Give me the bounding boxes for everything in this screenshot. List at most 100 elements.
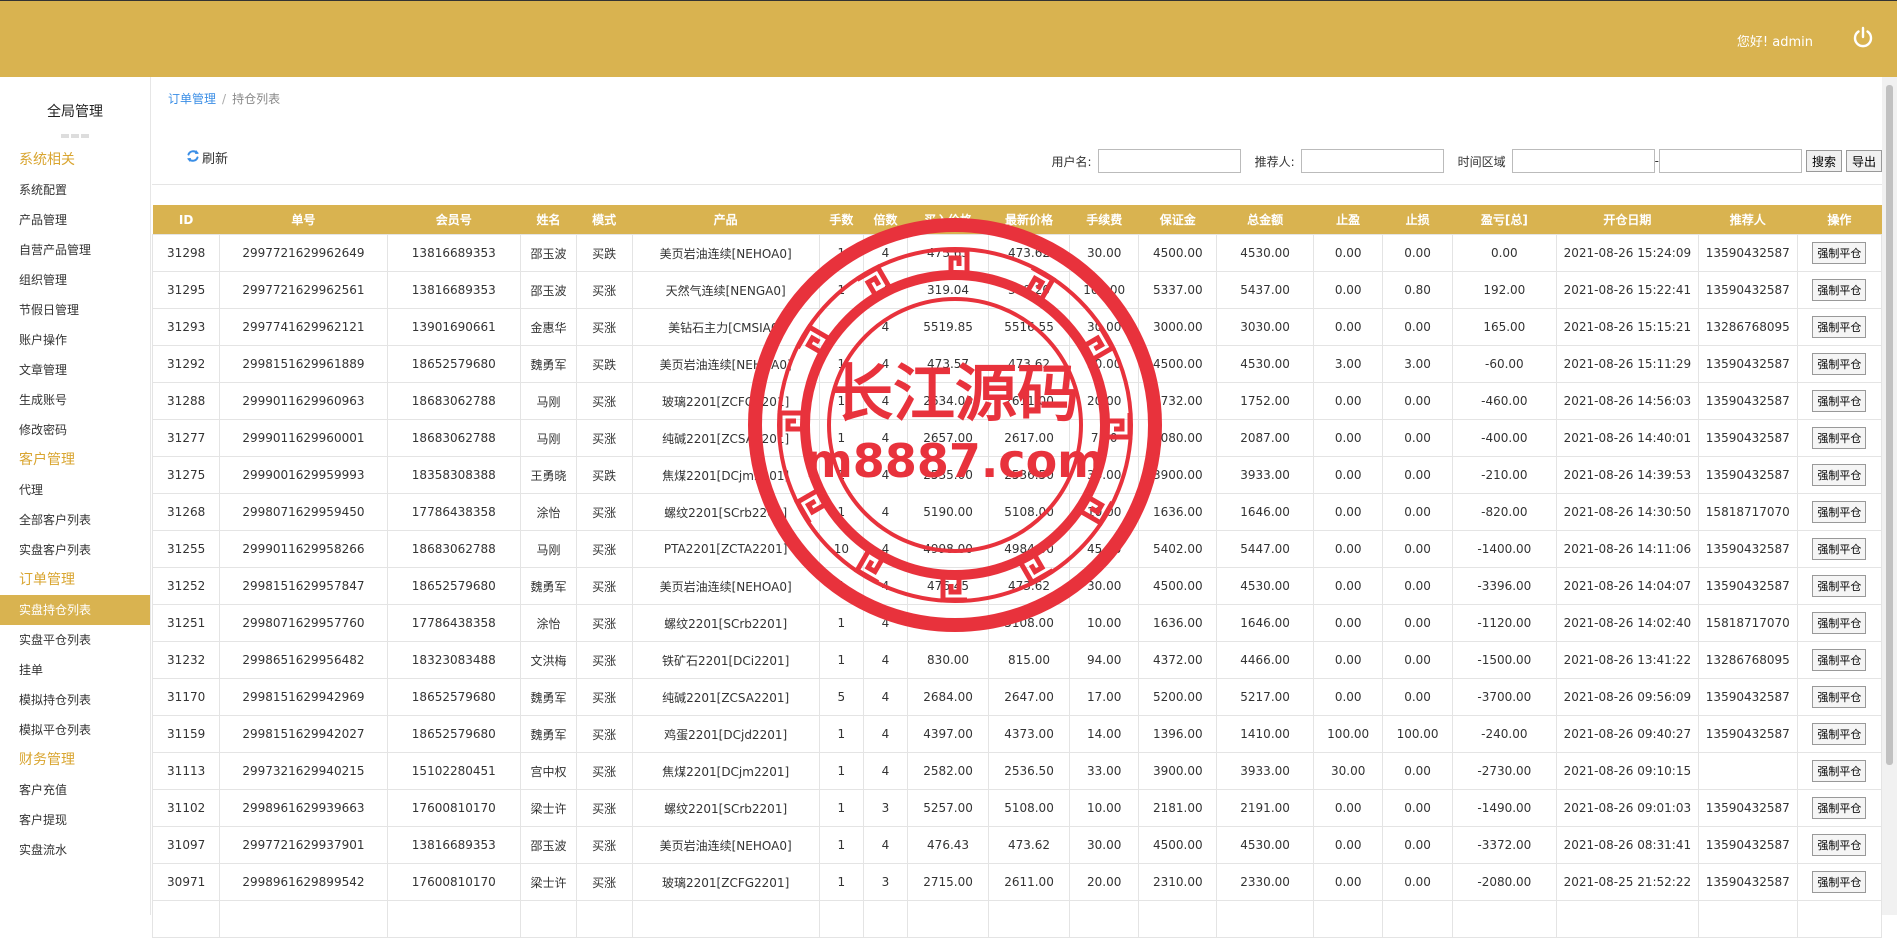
sidebar-item[interactable]: 产品管理 <box>0 205 150 235</box>
table-cell: 476.43 <box>907 826 990 864</box>
table-cell: 2021-08-26 09:10:15 <box>1555 752 1699 790</box>
action-cell: 强制平仓 <box>1796 715 1883 753</box>
force-close-button[interactable]: 强制平仓 <box>1812 575 1867 597</box>
vertical-scrollbar[interactable] <box>1882 77 1897 915</box>
sidebar-item[interactable]: 实盘客户列表 <box>0 535 150 565</box>
table-cell: 31252 <box>151 567 221 605</box>
time-end-input[interactable] <box>1658 149 1802 173</box>
sidebar-item[interactable]: 客户充值 <box>0 775 150 805</box>
table-cell: 0.00 <box>1312 456 1384 494</box>
force-close-button[interactable]: 强制平仓 <box>1812 316 1867 338</box>
table-cell: 4500.00 <box>1138 234 1218 272</box>
table-cell: 13590432587 <box>1697 826 1798 864</box>
table-cell: 2998071629957760 <box>219 604 388 642</box>
force-close-button[interactable]: 强制平仓 <box>1812 390 1867 412</box>
action-cell: 强制平仓 <box>1796 826 1883 864</box>
force-close-button[interactable]: 强制平仓 <box>1812 538 1867 560</box>
force-close-button[interactable]: 强制平仓 <box>1812 501 1867 523</box>
table-cell: 0.00 <box>1312 493 1384 531</box>
table-cell: 4 <box>862 234 909 272</box>
table-cell: 2582.00 <box>907 752 990 790</box>
breadcrumb-parent-link[interactable]: 订单管理 <box>168 92 216 106</box>
table-cell: 30.00 <box>1068 567 1140 605</box>
breadcrumb-separator: / <box>222 92 227 106</box>
sidebar-item[interactable]: 实盘持仓列表 <box>0 595 150 625</box>
table-cell: 100.00 <box>1068 271 1140 309</box>
table-cell: 30.00 <box>1068 826 1140 864</box>
sidebar-item[interactable]: 实盘流水 <box>0 835 150 865</box>
sidebar-item[interactable]: 组织管理 <box>0 265 150 295</box>
table-cell: 1 <box>818 604 864 642</box>
table-cell: 476.45 <box>907 567 990 605</box>
sidebar-item[interactable]: 模拟平仓列表 <box>0 715 150 745</box>
sidebar-section-1[interactable]: 客户管理 <box>0 445 150 475</box>
sidebar-item[interactable]: 代理 <box>0 475 150 505</box>
table-cell: 473.63 <box>907 234 990 272</box>
table-cell: 3933.00 <box>1216 456 1314 494</box>
force-close-button[interactable]: 强制平仓 <box>1812 279 1867 301</box>
table-cell: 17600810170 <box>386 863 522 901</box>
table-cell: -240.00 <box>1451 715 1557 753</box>
search-button[interactable]: 搜索 <box>1805 150 1842 172</box>
time-start-input[interactable] <box>1511 149 1655 173</box>
referrer-input[interactable] <box>1300 149 1444 173</box>
table-cell: 4373.00 <box>988 715 1070 753</box>
table-cell: 13590432587 <box>1697 567 1798 605</box>
sidebar-item[interactable]: 账户操作 <box>0 325 150 355</box>
table-cell: 2999011629958266 <box>219 530 388 568</box>
sidebar-item[interactable]: 文章管理 <box>0 355 150 385</box>
table-cell: 15818717070 <box>1697 604 1798 642</box>
table-cell: 1 <box>818 234 864 272</box>
table-cell: 165.00 <box>1451 308 1557 346</box>
sidebar-item[interactable]: 修改密码 <box>0 415 150 445</box>
username-input[interactable] <box>1097 149 1241 173</box>
force-close-button[interactable]: 强制平仓 <box>1812 871 1867 893</box>
sidebar-item[interactable]: 实盘平仓列表 <box>0 625 150 655</box>
sidebar-item[interactable]: 生成账号 <box>0 385 150 415</box>
force-close-button[interactable]: 强制平仓 <box>1812 242 1867 264</box>
table-cell: 4 <box>862 530 909 568</box>
force-close-button[interactable]: 强制平仓 <box>1812 649 1867 671</box>
scrollbar-thumb[interactable] <box>1886 85 1893 765</box>
force-close-button[interactable]: 强制平仓 <box>1812 686 1867 708</box>
table-cell: 纯碱2201[ZCSA2201] <box>631 419 820 457</box>
table-cell: 31113 <box>151 752 221 790</box>
main-content: 订单管理 / 持仓列表 刷新 用户名: 推荐人: 时间区域 - 搜索 导出 ID… <box>151 77 1883 938</box>
sidebar-item[interactable]: 模拟持仓列表 <box>0 685 150 715</box>
table-cell: 3000.00 <box>1138 308 1218 346</box>
sidebar-item[interactable]: 全部客户列表 <box>0 505 150 535</box>
action-cell: 强制平仓 <box>1796 271 1883 309</box>
sidebar-item[interactable]: 客户提现 <box>0 805 150 835</box>
table-cell: 5519.85 <box>907 308 990 346</box>
table-cell: 13590432587 <box>1697 234 1798 272</box>
export-button[interactable]: 导出 <box>1845 150 1882 172</box>
table-cell: 0.00 <box>1312 382 1384 420</box>
sidebar-section-3[interactable]: 财务管理 <box>0 745 150 775</box>
table-cell <box>575 900 633 938</box>
sidebar-item[interactable]: 节假日管理 <box>0 295 150 325</box>
action-cell: 强制平仓 <box>1796 234 1883 272</box>
force-close-button[interactable]: 强制平仓 <box>1812 612 1867 634</box>
force-close-button[interactable]: 强制平仓 <box>1812 353 1867 375</box>
force-close-button[interactable]: 强制平仓 <box>1812 760 1867 782</box>
table-cell: 18323083488 <box>386 641 522 679</box>
column-header: 盈亏[总] <box>1452 205 1557 235</box>
sidebar-section-2[interactable]: 订单管理 <box>0 565 150 595</box>
sidebar-title: 全局管理 <box>47 104 103 120</box>
table-cell: 31159 <box>151 715 221 753</box>
table-row: 31277 2999011629960001 18683062788 马刚 买涨 纯碱22… <box>151 419 1883 457</box>
power-icon[interactable] <box>1851 25 1875 49</box>
refresh-button[interactable]: 刷新 <box>186 148 228 167</box>
sidebar-item[interactable]: 系统配置 <box>0 175 150 205</box>
sidebar-section-0[interactable]: 系统相关 <box>0 145 150 175</box>
sidebar-item[interactable]: 挂单 <box>0 655 150 685</box>
sidebar-item[interactable]: 自营产品管理 <box>0 235 150 265</box>
table-cell: -1490.00 <box>1451 789 1557 827</box>
force-close-button[interactable]: 强制平仓 <box>1812 427 1867 449</box>
table-cell: 0.00 <box>1382 419 1453 457</box>
force-close-button[interactable]: 强制平仓 <box>1812 834 1867 856</box>
force-close-button[interactable]: 强制平仓 <box>1812 797 1867 819</box>
force-close-button[interactable]: 强制平仓 <box>1812 723 1867 745</box>
table-cell: 2021-08-26 14:04:07 <box>1555 567 1699 605</box>
force-close-button[interactable]: 强制平仓 <box>1812 464 1867 486</box>
